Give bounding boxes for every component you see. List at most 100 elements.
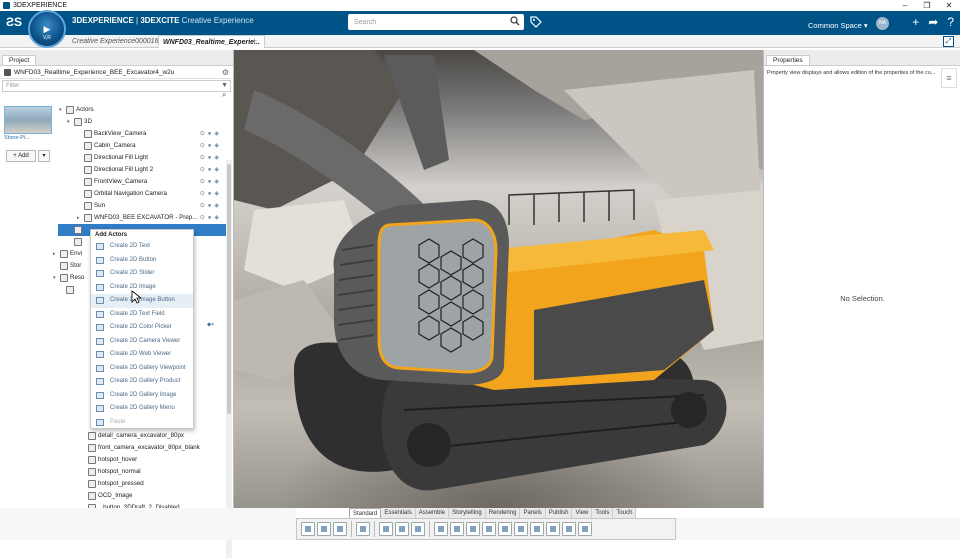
scrollbar-thumb[interactable] bbox=[227, 164, 231, 414]
visibility-icons[interactable]: ⊙●◈ bbox=[200, 164, 222, 176]
excavator-model[interactable] bbox=[234, 50, 763, 508]
close-button[interactable]: ✕ bbox=[938, 0, 960, 11]
export-panel-icon[interactable] bbox=[578, 522, 592, 536]
tab-rendering[interactable]: Rendering bbox=[485, 508, 521, 518]
window-panel-icon[interactable] bbox=[562, 522, 576, 536]
transform-icon[interactable] bbox=[411, 522, 425, 536]
menu-item[interactable]: Create 2D Color Picker bbox=[91, 321, 193, 335]
layers-icon[interactable]: ⬥▾ bbox=[207, 322, 223, 332]
filter-input[interactable]: Filter ▼ bbox=[2, 80, 231, 92]
tree-icon[interactable] bbox=[379, 522, 393, 536]
menu-item[interactable]: Paste bbox=[91, 416, 193, 430]
share-icon[interactable]: ➦ bbox=[928, 15, 938, 29]
asset-thumbnail[interactable] bbox=[4, 106, 52, 134]
tree-row[interactable]: Sun ⊙●◈ bbox=[58, 200, 226, 212]
list-panel-icon[interactable] bbox=[466, 522, 480, 536]
tab-assemble[interactable]: Assemble bbox=[415, 508, 450, 518]
resource-item[interactable]: hotspot_pressed bbox=[88, 478, 218, 490]
menu-item[interactable]: Create 2D Gallery Product bbox=[91, 375, 193, 389]
expand-arrow-icon[interactable]: ▾ bbox=[53, 272, 56, 284]
document-panel-icon[interactable] bbox=[546, 522, 560, 536]
tree-row[interactable]: Cabin_Camera ⊙●◈ bbox=[58, 140, 226, 152]
paste-icon[interactable] bbox=[333, 522, 347, 536]
plus-icon[interactable]: + bbox=[912, 15, 919, 29]
visibility-icons[interactable]: ⊙●◈ bbox=[200, 140, 222, 152]
3d-viewport[interactable] bbox=[234, 50, 763, 508]
menu-item[interactable]: Create 2D Gallery Image bbox=[91, 389, 193, 403]
resource-item[interactable]: hotspot_hover bbox=[88, 454, 218, 466]
visibility-icons[interactable]: ⊙●◈ bbox=[200, 188, 222, 200]
panel-layout-icon[interactable] bbox=[450, 522, 464, 536]
resource-item[interactable]: OCD_Image bbox=[88, 490, 218, 502]
tab-essentials[interactable]: Essentials bbox=[381, 508, 416, 518]
tree-scrollbar[interactable] bbox=[226, 160, 232, 558]
add-button[interactable]: + Add bbox=[6, 150, 36, 162]
add-dropdown-button[interactable]: ▾ bbox=[38, 150, 50, 162]
tab-project[interactable]: Project bbox=[2, 55, 37, 65]
restore-button[interactable]: ❐ bbox=[916, 0, 938, 11]
tag-icon[interactable] bbox=[530, 16, 542, 28]
tree-row[interactable]: Directional Fill Light ⊙●◈ bbox=[58, 152, 226, 164]
avatar[interactable]: NA bbox=[876, 17, 889, 30]
menu-item[interactable]: Create 2D Text bbox=[91, 240, 193, 254]
menu-item[interactable]: Create 2D Image bbox=[91, 281, 193, 295]
tree-row[interactable]: BackView_Camera ⊙●◈ bbox=[58, 128, 226, 140]
copy-icon[interactable] bbox=[317, 522, 331, 536]
visibility-icons[interactable]: ⊙●◈ bbox=[200, 200, 222, 212]
tree-row[interactable]: Orbital Navigation Camera ⊙●◈ bbox=[58, 188, 226, 200]
search-input[interactable]: Search bbox=[348, 14, 524, 30]
expand-icon[interactable]: ⤢ bbox=[943, 36, 954, 47]
menu-item[interactable]: Create 2D Web Viewer bbox=[91, 348, 193, 362]
space-selector[interactable]: Common Space ▾ bbox=[808, 21, 868, 30]
visibility-icons[interactable]: ⊙●◈ bbox=[200, 152, 222, 164]
tab-view[interactable]: View bbox=[572, 508, 593, 518]
resource-item[interactable]: front_camera_excavator_80px_blank bbox=[88, 442, 218, 454]
resource-item[interactable]: detail_camera_excavator_80px bbox=[88, 430, 218, 442]
expand-arrow-icon[interactable]: ▸ bbox=[53, 248, 56, 260]
page-panel-icon[interactable] bbox=[530, 522, 544, 536]
tab-panels[interactable]: Panels bbox=[520, 508, 546, 518]
settings-icon[interactable]: ⚙ bbox=[222, 66, 229, 79]
resource-item[interactable]: hotspot_normal bbox=[88, 466, 218, 478]
expand-arrow-icon[interactable]: ▸ bbox=[77, 212, 80, 224]
search-icon[interactable] bbox=[510, 16, 520, 26]
image-panel-icon[interactable] bbox=[514, 522, 528, 536]
compass-button[interactable]: ▶ V,R bbox=[28, 10, 66, 48]
menu-item[interactable]: Create 2D Text Field bbox=[91, 308, 193, 322]
tab-standard[interactable]: Standard bbox=[349, 508, 382, 518]
menu-item[interactable]: Create 2D Gallery Menu bbox=[91, 402, 193, 416]
expand-arrow-icon[interactable]: ▾ bbox=[59, 104, 62, 116]
expand-arrow-icon[interactable]: ▾ bbox=[67, 116, 70, 128]
zoom-icon[interactable] bbox=[434, 522, 448, 536]
visibility-icons[interactable]: ⊙●◈ bbox=[200, 176, 222, 188]
tab-storytelling[interactable]: Storytelling bbox=[449, 508, 486, 518]
menu-item[interactable]: Create 2D Camera Viewer bbox=[91, 335, 193, 349]
visibility-icons[interactable]: ⊙●◈ bbox=[200, 212, 222, 224]
tab-publish[interactable]: Publish bbox=[545, 508, 573, 518]
tab-realtime-experience[interactable]: WNFD03_Realtime_Experie... bbox=[158, 35, 265, 48]
menu-item[interactable]: Create 2D Image Button bbox=[91, 294, 193, 308]
table-panel-icon[interactable] bbox=[498, 522, 512, 536]
help-icon[interactable]: ? bbox=[947, 15, 954, 29]
tree-row[interactable]: ▾ Actors bbox=[58, 104, 226, 116]
menu-item[interactable]: Create 2D Button bbox=[91, 254, 193, 268]
add-tab-button[interactable]: + bbox=[252, 35, 257, 48]
cut-icon[interactable] bbox=[301, 522, 315, 536]
grid-panel-icon[interactable] bbox=[482, 522, 496, 536]
menu-item[interactable]: Create 2D Slider bbox=[91, 267, 193, 281]
tree-row[interactable]: ▸ WNFD03_BEE EXCAVATOR - Prep... ⊙●◈ bbox=[58, 212, 226, 224]
tab-tools[interactable]: Tools bbox=[592, 508, 614, 518]
edit-icon[interactable] bbox=[395, 522, 409, 536]
filter-search-icon[interactable]: ⌕ bbox=[222, 90, 226, 100]
minimize-button[interactable]: – bbox=[894, 0, 916, 11]
undo-icon[interactable] bbox=[356, 522, 370, 536]
tab-creative-experience[interactable]: Creative Experience000016 bbox=[68, 35, 162, 48]
hamburger-menu-icon[interactable]: ≡ bbox=[941, 68, 957, 88]
tab-properties[interactable]: Properties bbox=[766, 55, 810, 65]
tree-row[interactable]: ▾ 3D bbox=[58, 116, 226, 128]
tab-touch[interactable]: Touch bbox=[613, 508, 637, 518]
tree-row[interactable]: FrontView_Camera ⊙●◈ bbox=[58, 176, 226, 188]
menu-item[interactable]: Create 2D Gallery Viewpoint bbox=[91, 362, 193, 376]
tree-row[interactable]: Directional Fill Light 2 ⊙●◈ bbox=[58, 164, 226, 176]
visibility-icons[interactable]: ⊙●◈ bbox=[200, 128, 222, 140]
